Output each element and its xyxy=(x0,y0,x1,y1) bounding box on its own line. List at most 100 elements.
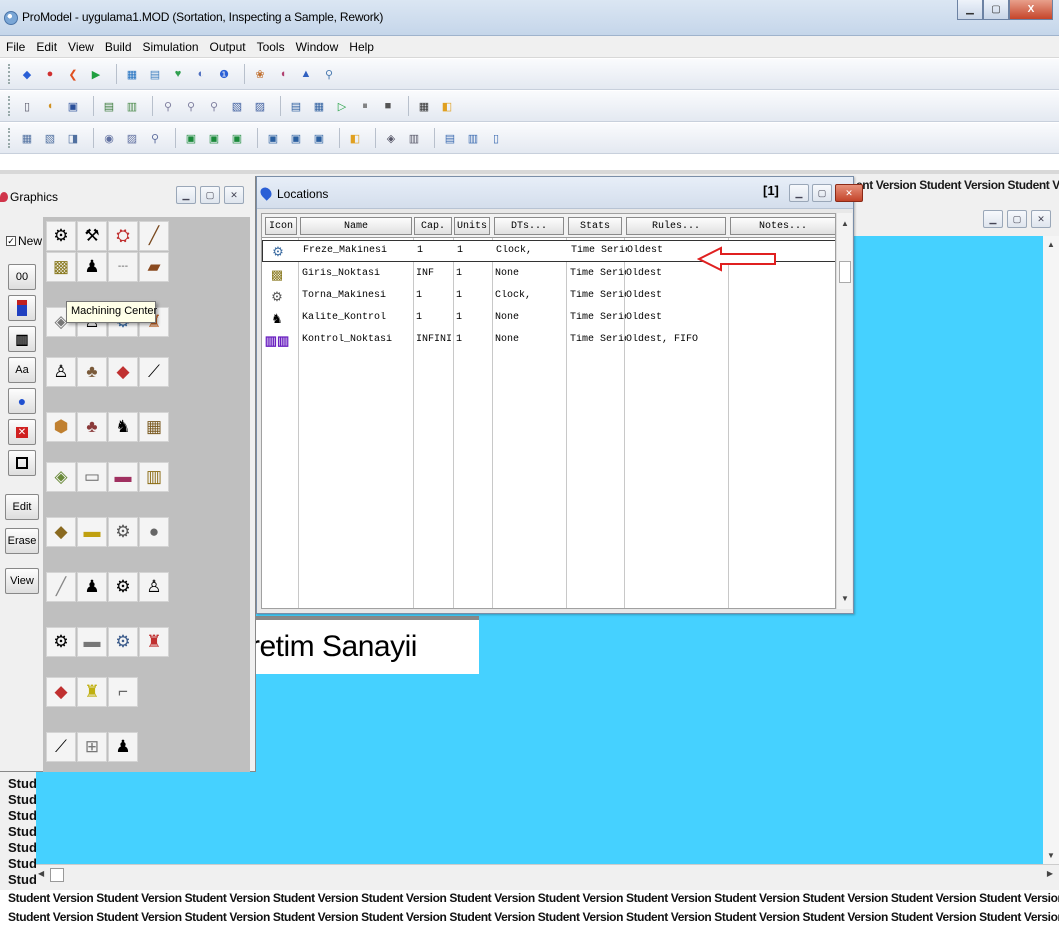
locations-minimize-button[interactable]: ▁ xyxy=(789,184,809,202)
layout-close-button[interactable]: ✕ xyxy=(1031,210,1051,228)
library-icon-lumber[interactable]: ◆ xyxy=(46,517,76,547)
scroll-up-icon[interactable]: ▲ xyxy=(1047,240,1055,249)
open-file-icon[interactable]: ◖ xyxy=(41,97,59,115)
stop-icon[interactable]: ■ xyxy=(379,97,397,115)
graphics-maximize-button[interactable]: ▢ xyxy=(200,186,220,204)
library-icon-gear-machine[interactable]: ⚙ xyxy=(108,572,138,602)
ungroup-icon[interactable]: ▥ xyxy=(405,129,423,147)
table-row[interactable]: ⚙ Torna_Makinesi 1 1 Clock, Time Serie O… xyxy=(262,286,835,308)
menu-window[interactable]: Window xyxy=(296,40,339,54)
cell-rules[interactable]: Oldest xyxy=(626,290,662,301)
graphics-close-button[interactable]: ✕ xyxy=(224,186,244,204)
cell-name[interactable]: Freze_Makinesi xyxy=(303,245,387,256)
library-icon-truck[interactable]: ▬ xyxy=(77,627,107,657)
library-icon-conveyor[interactable]: ╱ xyxy=(139,221,169,251)
send-back-icon[interactable]: ▥ xyxy=(464,129,482,147)
view-text-icon[interactable]: ▤ xyxy=(100,97,118,115)
scroll-up-icon[interactable]: ▲ xyxy=(841,219,849,228)
library-icon-welder[interactable]: ♜ xyxy=(139,627,169,657)
locations-icon[interactable]: ◆ xyxy=(18,65,36,83)
eye-icon[interactable]: ◉ xyxy=(100,129,118,147)
library-icon-robot-arm[interactable]: ⚒ xyxy=(77,221,107,251)
save-icon[interactable]: ▣ xyxy=(64,97,82,115)
view-icon[interactable]: ▨ xyxy=(123,129,141,147)
cell-rules[interactable]: Oldest, FIFO xyxy=(626,334,698,345)
cell-dts[interactable]: None xyxy=(495,268,519,279)
library-icon-drill[interactable]: ⚙ xyxy=(108,517,138,547)
cell-stats[interactable]: Time Serie xyxy=(570,268,626,279)
toolbar-grip[interactable] xyxy=(8,64,12,84)
library-icon-boxes[interactable]: ⬢ xyxy=(46,412,76,442)
library-icon-pallet[interactable]: ▩ xyxy=(46,252,76,282)
library-icon-robot[interactable]: ⚙ xyxy=(46,627,76,657)
cell-units[interactable]: 1 xyxy=(456,334,462,345)
stat-fit-icon[interactable]: ◧ xyxy=(438,97,456,115)
align-left-icon[interactable]: ▣ xyxy=(182,129,200,147)
graphics-minimize-button[interactable]: ▁ xyxy=(176,186,196,204)
library-icon-desk[interactable]: ▰ xyxy=(139,252,169,282)
cell-cap[interactable]: INF xyxy=(416,268,434,279)
routing-icon[interactable]: ▧ xyxy=(41,129,59,147)
library-icon-person-walking[interactable]: ♙ xyxy=(139,572,169,602)
cell-stats[interactable]: Time Serie xyxy=(571,245,627,256)
scroll-down-icon[interactable]: ▼ xyxy=(1047,851,1055,860)
align-right-icon[interactable]: ▣ xyxy=(228,129,246,147)
toolbar-grip[interactable] xyxy=(8,128,12,148)
entity-spot-button[interactable]: ✕ xyxy=(8,419,36,445)
show-graphics-icon[interactable]: ◨ xyxy=(64,129,82,147)
align-top-icon[interactable]: ▣ xyxy=(264,129,282,147)
erase-button[interactable]: Erase xyxy=(5,528,39,554)
scroll-down-icon[interactable]: ▼ xyxy=(841,594,849,603)
column-notes-button[interactable]: Notes... xyxy=(730,217,835,235)
variables-icon[interactable]: ◐ xyxy=(192,65,210,83)
cell-dts[interactable]: None xyxy=(495,334,519,345)
library-icon-wrench[interactable]: ⟋ xyxy=(139,357,169,387)
cell-cap[interactable]: 1 xyxy=(416,290,422,301)
scroll-thumb[interactable] xyxy=(839,261,851,283)
cell-units[interactable]: 1 xyxy=(456,290,462,301)
macros-icon[interactable]: ▲ xyxy=(297,65,315,83)
cell-name[interactable]: Kalite_Kontrol xyxy=(302,312,386,323)
library-icon-shelf[interactable]: ▥ xyxy=(139,462,169,492)
library-icon-crate[interactable]: ◈ xyxy=(46,462,76,492)
cell-name[interactable]: Kontrol_Noktasi xyxy=(302,334,392,345)
tank-tool-button[interactable]: ▥ xyxy=(8,326,36,352)
library-icon-tool[interactable]: ⟋ xyxy=(46,732,76,762)
color-icon[interactable]: ◧ xyxy=(346,129,364,147)
library-icon-parts-bin[interactable]: ♣ xyxy=(77,357,107,387)
menu-file[interactable]: File xyxy=(6,40,25,54)
cell-cap[interactable]: 1 xyxy=(416,312,422,323)
cell-dts[interactable]: None xyxy=(495,312,519,323)
label-tool-button[interactable]: Aa xyxy=(8,357,36,383)
library-icon-cnc[interactable]: ⚙ xyxy=(108,627,138,657)
path-networks-icon[interactable]: ❮ xyxy=(64,65,82,83)
new-file-icon[interactable]: ▯ xyxy=(18,97,36,115)
cell-name[interactable]: Torna_Makinesi xyxy=(302,290,386,301)
subroutines-icon[interactable]: ⚲ xyxy=(320,65,338,83)
cell-dts[interactable]: Clock, xyxy=(496,245,532,256)
model-info-icon[interactable]: ▦ xyxy=(310,97,328,115)
cell-rules[interactable]: Oldest xyxy=(626,268,662,279)
library-icon-operator[interactable]: ♟ xyxy=(77,252,107,282)
library-icon-battery[interactable]: ▬ xyxy=(77,517,107,547)
layout-settings-icon[interactable]: ▧ xyxy=(228,97,246,115)
toolbar-grip[interactable] xyxy=(8,96,12,116)
zoom-in-icon[interactable]: ⚲ xyxy=(182,97,200,115)
distribute-icon[interactable]: ▯ xyxy=(487,129,505,147)
library-icon-worker-standing[interactable]: ♞ xyxy=(108,412,138,442)
library-icon-figure[interactable]: ♟ xyxy=(108,732,138,762)
menu-build[interactable]: Build xyxy=(105,40,132,54)
library-icon-lathe[interactable]: ◆ xyxy=(108,357,138,387)
menu-view[interactable]: View xyxy=(68,40,94,54)
cell-rules[interactable]: Oldest xyxy=(626,312,662,323)
locations-vertical-scrollbar[interactable]: ▲ ▼ xyxy=(836,213,852,609)
minimize-button[interactable]: ▁ xyxy=(957,0,983,20)
cell-units[interactable]: 1 xyxy=(456,268,462,279)
status-light-button[interactable]: ● xyxy=(8,388,36,414)
library-icon-car[interactable]: ◆ xyxy=(46,677,76,707)
library-icon-worker-carry[interactable]: ♟ xyxy=(77,572,107,602)
gauge-tool-button[interactable] xyxy=(8,295,36,321)
pause-icon[interactable]: ⏸ xyxy=(356,97,374,115)
cell-cap[interactable]: 1 xyxy=(417,245,423,256)
menu-edit[interactable]: Edit xyxy=(36,40,57,54)
